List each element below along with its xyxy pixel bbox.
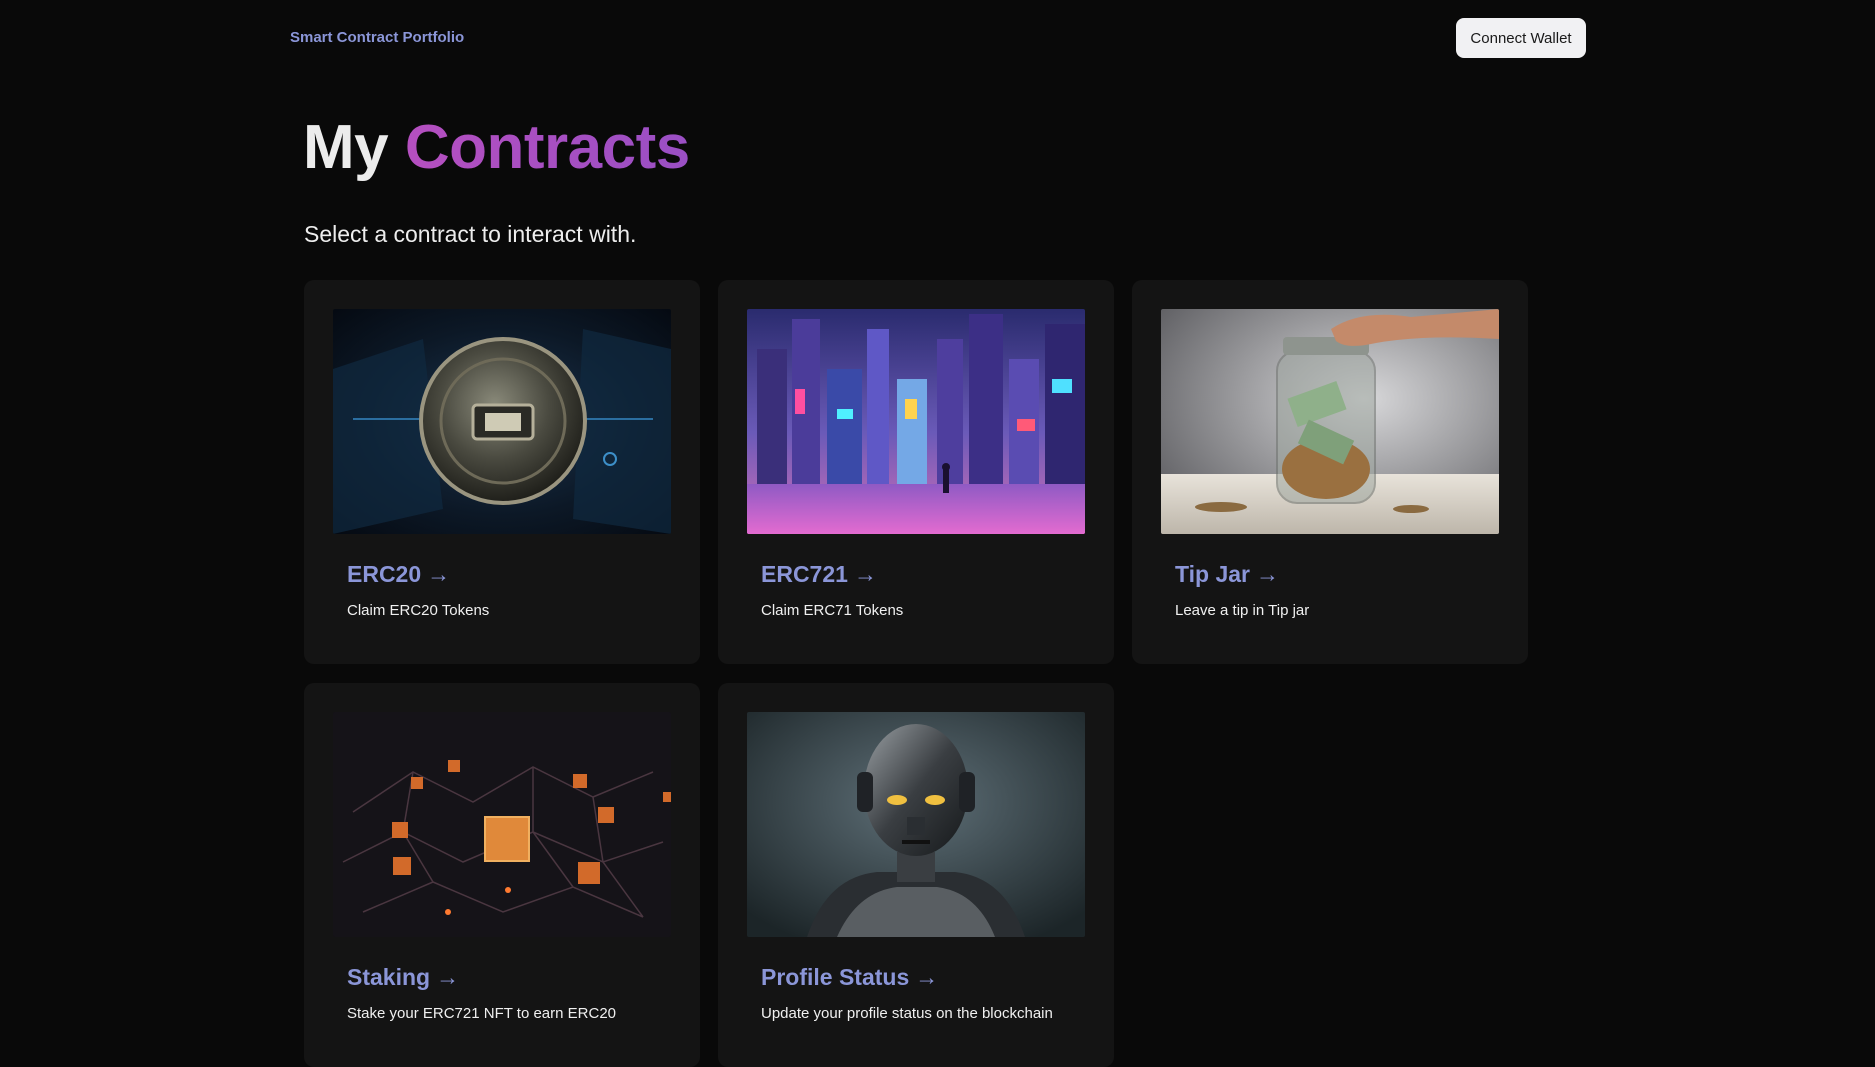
robot-image bbox=[747, 712, 1085, 937]
card-description-staking: Stake your ERC721 NFT to earn ERC20 bbox=[347, 1005, 617, 1022]
cyberpunk-city-image bbox=[747, 309, 1085, 534]
arrow-right-icon: → bbox=[436, 964, 460, 990]
page-title: My Contracts bbox=[303, 110, 690, 186]
card-title-text: Staking bbox=[347, 964, 431, 990]
card-title-text: Tip Jar bbox=[1175, 561, 1250, 587]
connect-wallet-button[interactable]: Connect Wallet bbox=[1456, 18, 1586, 58]
arrow-right-icon: → bbox=[915, 964, 939, 990]
card-title-text: Profile Status bbox=[761, 964, 910, 990]
card-description-erc20: Claim ERC20 Tokens bbox=[347, 602, 490, 619]
page-title-word-my: My bbox=[303, 113, 389, 182]
card-profile-status[interactable]: Profile Status → Update your profile stat… bbox=[718, 683, 1114, 1067]
brand-link[interactable]: Smart Contract Portfolio bbox=[290, 29, 464, 46]
page-subtitle: Select a contract to interact with. bbox=[304, 221, 637, 247]
card-staking[interactable]: Staking → Stake your ERC721 NFT to earn E… bbox=[304, 683, 700, 1067]
card-tip-jar[interactable]: Tip Jar → Leave a tip in Tip jar bbox=[1132, 280, 1528, 664]
card-title-staking[interactable]: Staking → bbox=[347, 964, 459, 991]
card-erc20[interactable]: ERC20 → Claim ERC20 Tokens bbox=[304, 280, 700, 664]
arrow-right-icon: → bbox=[1256, 561, 1279, 587]
coin-image bbox=[333, 309, 671, 534]
arrow-right-icon: → bbox=[427, 561, 451, 587]
arrow-right-icon: → bbox=[853, 561, 877, 587]
card-description-profile-status: Update your profile status on the blockc… bbox=[761, 1005, 1053, 1022]
card-title-text: ERC20 bbox=[347, 561, 422, 587]
card-title-text: ERC721 bbox=[761, 561, 848, 587]
card-description-tip-jar: Leave a tip in Tip jar bbox=[1175, 602, 1310, 619]
card-erc721[interactable]: ERC721 → Claim ERC71 Tokens bbox=[718, 280, 1114, 664]
card-title-erc721[interactable]: ERC721 → bbox=[761, 561, 877, 588]
top-bar: Smart Contract Portfolio Connect Wallet bbox=[0, 0, 1875, 76]
page-title-word-contracts: Contracts bbox=[404, 113, 690, 182]
card-description-erc721: Claim ERC71 Tokens bbox=[761, 602, 904, 619]
card-title-profile-status[interactable]: Profile Status → bbox=[761, 964, 938, 991]
tip-jar-image bbox=[1161, 309, 1499, 534]
card-title-erc20[interactable]: ERC20 → bbox=[347, 561, 450, 588]
card-title-tip-jar[interactable]: Tip Jar → bbox=[1175, 561, 1279, 588]
blockchain-cubes-image bbox=[333, 712, 671, 937]
